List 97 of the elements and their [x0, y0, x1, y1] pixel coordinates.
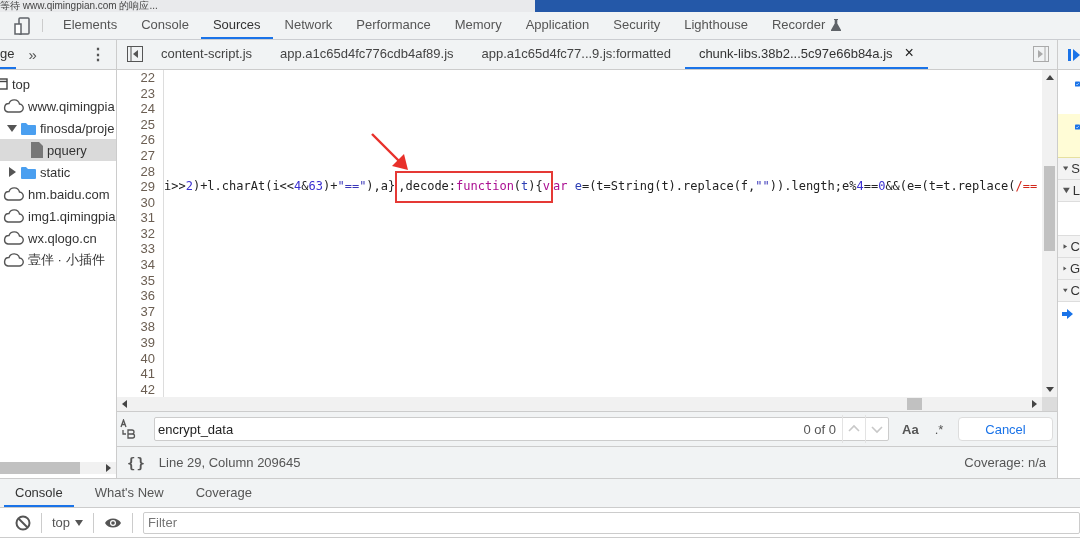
panel-tab[interactable]: Lighthouse [672, 12, 760, 39]
eye-icon[interactable] [104, 516, 123, 529]
current-frame-arrow-icon [1062, 309, 1073, 319]
scrollbar-corner [1042, 397, 1057, 412]
search-field[interactable]: encrypt_data [155, 421, 804, 437]
expanded-arrow-icon[interactable] [1063, 186, 1070, 195]
coverage-label: Coverage: n/a [964, 455, 1046, 471]
drawer-tab[interactable]: What's New [83, 479, 175, 507]
line-number: 40 [117, 350, 164, 367]
cloud-icon [3, 99, 24, 113]
context-selector[interactable]: top [52, 515, 84, 530]
tree-item[interactable]: img1.qimingpia [0, 205, 116, 227]
tree-item[interactable]: www.qimingpia [0, 95, 116, 117]
file-tab[interactable]: content-script.js [147, 40, 267, 69]
panel-tab[interactable]: Memory [442, 12, 514, 39]
scrollbar-thumb[interactable] [1044, 165, 1055, 251]
more-tabs-button[interactable]: » [28, 40, 37, 69]
tree-item[interactable]: 壹伴 · 小插件 [0, 249, 116, 271]
collapsed-arrow-icon [7, 167, 17, 177]
scroll-left-icon [122, 400, 127, 409]
line-number: 28 [117, 163, 164, 180]
line-number: 37 [117, 303, 164, 320]
cursor-position: Line 29, Column 209645 [158, 455, 301, 471]
line-number: 29 [117, 179, 164, 195]
expanded-arrow-icon[interactable] [1063, 286, 1068, 295]
scrollbar-thumb[interactable] [0, 462, 80, 474]
line-number: 41 [117, 366, 164, 382]
regex-button[interactable]: .* [929, 421, 949, 437]
caret-icon [75, 519, 84, 526]
panel-tab[interactable]: Console [129, 12, 201, 39]
panel-tab[interactable]: Security [601, 12, 673, 39]
file-tab[interactable]: chunk-libs.38b2...5c97e66b84a.js × [684, 40, 928, 69]
scrollbar-thumb[interactable] [907, 398, 922, 411]
filter-field[interactable]: Filter [143, 511, 1080, 534]
sidebar-toggle-icon[interactable] [127, 46, 143, 63]
line-number: 36 [117, 288, 164, 304]
cancel-button[interactable]: Cancel [958, 417, 1053, 442]
line-number: 30 [117, 194, 164, 211]
line-number: 39 [117, 335, 164, 351]
drawer-tab[interactable]: Console [4, 479, 74, 507]
menu-button[interactable]: ⋮ [90, 40, 106, 69]
panel-tab[interactable]: Performance [344, 12, 443, 39]
line-number: 35 [117, 272, 164, 289]
scroll-right-icon [1032, 400, 1037, 409]
line-number: 27 [117, 147, 164, 164]
tree-item[interactable]: static [0, 161, 116, 183]
scroll-down-icon [1045, 387, 1054, 393]
drawer-tab[interactable]: Coverage [184, 479, 264, 507]
cloud-icon [3, 209, 24, 223]
cloud-icon [3, 253, 24, 267]
device-toolbar-icon [14, 17, 30, 35]
line-number: 38 [117, 319, 164, 336]
annotation-arrow [371, 133, 410, 172]
tree-item[interactable]: finosda/proje [0, 117, 116, 139]
line-number: 33 [117, 241, 164, 258]
expanded-arrow-icon[interactable] [1063, 164, 1069, 173]
close-tab-button[interactable]: × [904, 44, 914, 63]
line-number: 32 [117, 225, 164, 242]
tree-item[interactable]: hm.baidu.com [0, 183, 116, 205]
file-tab[interactable]: app.a1c65d4fc776cdb4af89.js [266, 40, 468, 69]
highlight-box: ,decode:function(t){v [395, 171, 553, 203]
resume-icon[interactable] [1068, 47, 1080, 62]
line-number: 22 [117, 69, 164, 86]
expanded-arrow-icon [7, 123, 17, 133]
line-number: 26 [117, 132, 164, 148]
match-case-button[interactable]: Aa [897, 421, 924, 437]
match-count: 0 of 0 [803, 421, 836, 437]
pretty-print-button[interactable]: {} [124, 454, 149, 471]
code-text: i>>2)+l.charAt(i<<4&63)+"=="),a} [164, 179, 396, 195]
file-icon [31, 142, 43, 158]
tree-item[interactable]: pquery [0, 139, 116, 161]
cloud-icon [3, 187, 24, 201]
match-case-icon [120, 419, 138, 440]
collapsed-arrow-icon[interactable] [1063, 242, 1068, 251]
folder-icon [21, 165, 36, 179]
search-box[interactable]: encrypt_data 0 of 0 [154, 417, 889, 442]
file-tab[interactable]: app.a1c65d4fc77...9.js:formatted [467, 40, 685, 69]
tree-item[interactable]: wx.qlogo.cn [0, 227, 116, 249]
folder-icon [21, 121, 36, 135]
cloud-icon [3, 231, 24, 245]
sidebar-toggle-icon[interactable] [1033, 46, 1049, 63]
code-text: ar e=(t=String(t).replace(f,"")).length;e%4==0&&(e=(t=t.replace(/== [553, 179, 1038, 195]
line-number: 31 [117, 210, 164, 226]
panel-tab[interactable]: Elements [51, 12, 130, 39]
scroll-right-icon [106, 464, 111, 472]
panel-tab[interactable]: Recorder [759, 12, 854, 39]
line-number: 25 [117, 116, 164, 133]
tree-item[interactable]: top [0, 73, 116, 95]
line-number: 34 [117, 257, 164, 273]
line-number: 24 [117, 101, 164, 117]
status-text: 等待 www.qimingpian.com 的响应... [0, 0, 159, 12]
panel-tab[interactable]: Application [513, 12, 602, 39]
line-number: 23 [117, 85, 164, 102]
panel-tab[interactable]: Network [272, 12, 345, 39]
clear-console-icon[interactable] [15, 514, 31, 531]
navigator-tab[interactable]: ge [0, 40, 17, 69]
scroll-up-icon [1045, 74, 1054, 80]
